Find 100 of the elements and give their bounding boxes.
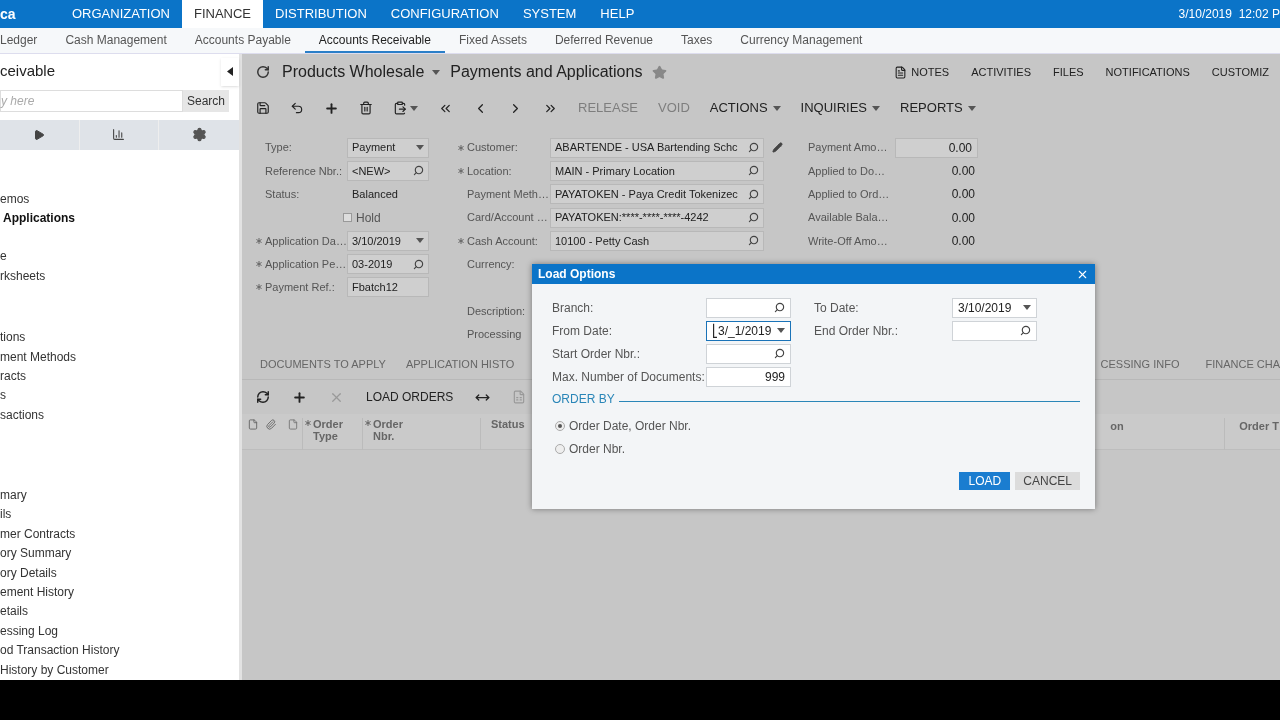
module-tab[interactable]: Ledger — [0, 28, 52, 53]
column-header[interactable]: Order Nbr. — [373, 418, 413, 442]
add-icon[interactable] — [292, 389, 307, 405]
select-field[interactable]: Payment — [347, 137, 429, 158]
nav-item[interactable]: Applications — [0, 208, 239, 229]
nav-item[interactable]: s — [0, 386, 239, 406]
header-link[interactable]: ACTIVITIES — [960, 63, 1043, 81]
collapse-button[interactable] — [221, 57, 239, 86]
tab[interactable]: APPLICATION HISTO — [405, 356, 515, 373]
nav-item[interactable]: ement History — [0, 583, 239, 603]
tab[interactable]: FINANCE CHA — [1205, 356, 1280, 373]
star-icon[interactable] — [652, 64, 668, 80]
nav-item[interactable]: racts — [0, 366, 239, 387]
input-field[interactable] — [706, 297, 791, 318]
menu-button[interactable]: INQUIRIES — [800, 98, 881, 118]
header-link[interactable]: NOTIFICATIONS — [1094, 63, 1201, 81]
company-selector[interactable]: Products Wholesale — [282, 60, 441, 84]
module-tab[interactable]: Fixed Assets — [444, 28, 541, 53]
field-label: Application Da… — [265, 233, 347, 249]
input-field[interactable] — [952, 320, 1037, 341]
add-icon[interactable] — [324, 100, 339, 116]
search-button[interactable]: Search — [182, 89, 229, 112]
menu-button[interactable]: ACTIONS — [709, 98, 781, 118]
column-header[interactable]: Order Type — [313, 418, 353, 442]
field-value: 0.00 — [950, 232, 975, 250]
refresh-icon[interactable] — [256, 390, 270, 404]
lookup-field[interactable]: ABARTENDE - USA Bartending Schc — [550, 137, 764, 158]
checkbox-label: Hold — [356, 209, 381, 227]
search-icon — [748, 142, 759, 154]
load-button[interactable]: LOAD — [959, 472, 1011, 490]
undo-icon[interactable] — [290, 101, 304, 115]
nav-item[interactable]: ment Methods — [0, 347, 239, 367]
checkbox[interactable] — [343, 213, 352, 223]
nav-item[interactable]: etails — [0, 602, 239, 622]
nav-item[interactable]: emos — [0, 189, 239, 209]
input-field[interactable]: ⎣3/_1/2019 — [706, 320, 791, 341]
text-field[interactable]: Fbatch12 — [347, 277, 429, 298]
radio-button[interactable] — [555, 443, 565, 454]
input-field[interactable]: 3/10/2019 — [952, 297, 1037, 318]
module-tab[interactable]: Currency Management — [726, 28, 877, 53]
tab[interactable]: CESSING INFO — [1100, 356, 1180, 373]
load-orders-button[interactable]: LOAD ORDERS — [366, 388, 454, 406]
menu-tab[interactable]: SYSTEM — [510, 0, 589, 28]
nav-item[interactable]: od Transaction History — [0, 641, 239, 661]
column-header[interactable]: on — [1110, 418, 1225, 450]
module-tab[interactable]: Taxes — [667, 28, 727, 53]
nav-item[interactable]: tions — [0, 328, 239, 348]
nav-item[interactable]: sactions — [0, 405, 239, 426]
nav-item[interactable]: e — [0, 247, 239, 267]
nav-item[interactable]: rksheets — [0, 266, 239, 287]
lookup-field[interactable]: PAYATOKEN:****-****-****-4242 — [550, 207, 764, 228]
cancel-button[interactable]: CANCEL — [1015, 472, 1080, 490]
menu-tab[interactable]: CONFIGURATION — [378, 0, 511, 28]
header-link[interactable]: CUSTOMIZ — [1200, 63, 1280, 81]
nav-item[interactable]: essing Log — [0, 621, 239, 642]
lookup-field[interactable]: <NEW> — [347, 160, 429, 181]
input-field[interactable] — [706, 343, 791, 364]
menu-tab[interactable]: FINANCE — [182, 0, 264, 28]
nav-item[interactable]: ory Summary — [0, 544, 239, 564]
radio-button[interactable] — [555, 420, 565, 431]
field-label: Payment Meth… — [467, 187, 549, 202]
column-header[interactable]: Status — [491, 418, 531, 430]
lookup-field[interactable]: MAIN - Primary Location — [550, 160, 764, 181]
tab[interactable]: DOCUMENTS TO APPLY — [260, 356, 386, 373]
edit-icon[interactable] — [772, 142, 783, 154]
caret-icon — [872, 105, 881, 111]
module-tab[interactable]: Cash Management — [51, 28, 181, 53]
menu-tab[interactable]: DISTRIBUTION — [263, 0, 379, 28]
header-link[interactable]: NOTES — [883, 63, 961, 81]
select-field[interactable]: 3/10/2019 — [347, 230, 429, 251]
save-icon[interactable] — [256, 101, 270, 115]
required-icon — [256, 284, 262, 291]
refresh-icon[interactable] — [256, 65, 270, 79]
search-icon — [774, 302, 785, 313]
nav-item[interactable]: mary — [0, 486, 239, 506]
menu-tab[interactable]: HELP — [588, 0, 647, 28]
header-link[interactable]: FILES — [1042, 63, 1095, 81]
field-value: 0.00 — [950, 209, 975, 227]
lookup-field[interactable]: 10100 - Petty Cash — [550, 230, 764, 251]
field-label: Write-Off Amo… — [808, 233, 889, 249]
nav-item[interactable]: ory Details — [0, 563, 239, 584]
menu-button[interactable]: REPORTS — [900, 98, 976, 118]
module-tab[interactable]: Accounts Payable — [180, 28, 305, 53]
nav-item[interactable]: History by Customer — [0, 660, 239, 680]
amount-field[interactable]: 0.00 — [895, 137, 978, 158]
input-field[interactable]: 999 — [706, 366, 791, 387]
column-header[interactable]: Order T — [1224, 418, 1280, 450]
page-title: Payments and Applications — [450, 62, 643, 82]
menu-tab[interactable]: ORGANIZATION — [60, 0, 182, 28]
delete-icon[interactable] — [359, 101, 373, 115]
module-tab[interactable]: Deferred Revenue — [540, 28, 667, 53]
lookup-field[interactable]: 03-2019 — [347, 254, 429, 275]
caret-icon — [416, 238, 424, 244]
field-value: Balanced — [351, 187, 399, 202]
field-label: Branch: — [552, 299, 595, 317]
nav-item[interactable]: mer Contracts — [0, 524, 239, 545]
nav-item[interactable]: ils — [0, 505, 239, 525]
lookup-field[interactable]: PAYATOKEN - Paya Credit Tokenizec — [550, 184, 764, 205]
paste-icon[interactable] — [393, 101, 418, 115]
caret-icon — [432, 69, 441, 75]
